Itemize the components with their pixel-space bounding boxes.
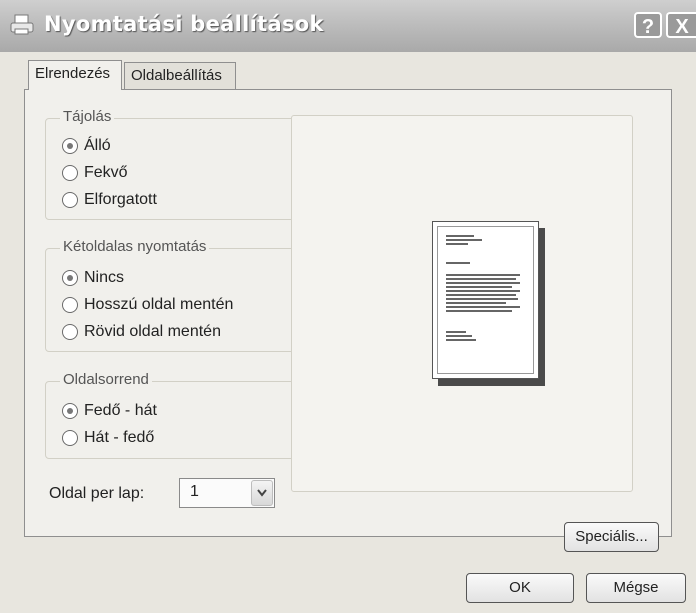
ok-button[interactable]: OK <box>466 573 574 603</box>
dropdown-button[interactable] <box>251 480 273 506</box>
orientation-legend: Tájolás <box>60 108 115 125</box>
advanced-button-label: Speciális... <box>575 528 648 545</box>
radio-button[interactable] <box>62 403 78 419</box>
radio-button[interactable] <box>62 270 78 286</box>
text-line <box>446 262 470 264</box>
text-line <box>446 278 516 280</box>
printer-icon <box>10 14 36 36</box>
radio-button[interactable] <box>62 324 78 340</box>
layout-preview <box>291 115 633 492</box>
text-line <box>446 290 520 292</box>
text-line <box>446 310 512 312</box>
text-line <box>446 302 506 304</box>
text-line <box>446 282 520 284</box>
pages-per-sheet-value: 1 <box>190 483 199 500</box>
radio-label: Elforgatott <box>84 191 157 208</box>
chevron-down-icon <box>257 489 267 497</box>
tab-page-setup[interactable]: Oldalbeállítás <box>124 62 236 90</box>
pages-per-sheet-label: Oldal per lap: <box>49 485 145 502</box>
radio-button[interactable] <box>62 192 78 208</box>
radio-button[interactable] <box>62 138 78 154</box>
ok-button-label: OK <box>509 579 531 596</box>
radio-label: Hosszú oldal mentén <box>84 296 234 313</box>
advanced-button[interactable]: Speciális... <box>564 522 659 552</box>
text-line <box>446 239 482 241</box>
text-line <box>446 243 468 245</box>
page-order-group: Oldalsorrend Fedő - hát Hát - fedő <box>45 371 295 459</box>
page-preview-icon <box>432 221 539 379</box>
radio-label: Álló <box>84 137 111 154</box>
cancel-button-label: Mégse <box>613 579 659 596</box>
radio-label: Fedő - hát <box>84 402 157 419</box>
radio-button[interactable] <box>62 430 78 446</box>
radio-label: Nincs <box>84 269 125 286</box>
radio-button[interactable] <box>62 297 78 313</box>
radio-label: Fekvő <box>84 164 128 181</box>
text-line <box>446 235 474 237</box>
text-line <box>446 306 520 308</box>
layout-panel: Tájolás Álló Fekvő Elforgatott Kétoldala… <box>24 89 672 552</box>
duplex-legend: Kétoldalas nyomtatás <box>60 238 210 255</box>
close-button[interactable]: X <box>666 12 696 38</box>
radio-label: Rövid oldal mentén <box>84 323 221 340</box>
title-bar[interactable]: Nyomtatási beállítások ? X <box>0 0 696 52</box>
text-line <box>446 331 466 333</box>
text-line <box>446 298 518 300</box>
cancel-button[interactable]: Mégse <box>586 573 686 603</box>
help-button[interactable]: ? <box>634 12 662 38</box>
text-line <box>446 335 472 337</box>
page-order-legend: Oldalsorrend <box>60 371 152 388</box>
text-line <box>446 286 512 288</box>
radio-button[interactable] <box>62 165 78 181</box>
window-title: Nyomtatási beállítások <box>44 12 324 36</box>
radio-label: Hát - fedő <box>84 429 155 446</box>
text-line <box>446 294 516 296</box>
page-preview-margin <box>437 226 534 374</box>
text-line <box>446 274 520 276</box>
duplex-group: Kétoldalas nyomtatás Nincs Hosszú oldal … <box>45 238 295 352</box>
tab-layout[interactable]: Elrendezés <box>28 60 122 90</box>
pages-per-sheet-select[interactable]: 1 <box>179 478 275 508</box>
orientation-group: Tájolás Álló Fekvő Elforgatott <box>45 108 295 220</box>
text-line <box>446 339 476 341</box>
